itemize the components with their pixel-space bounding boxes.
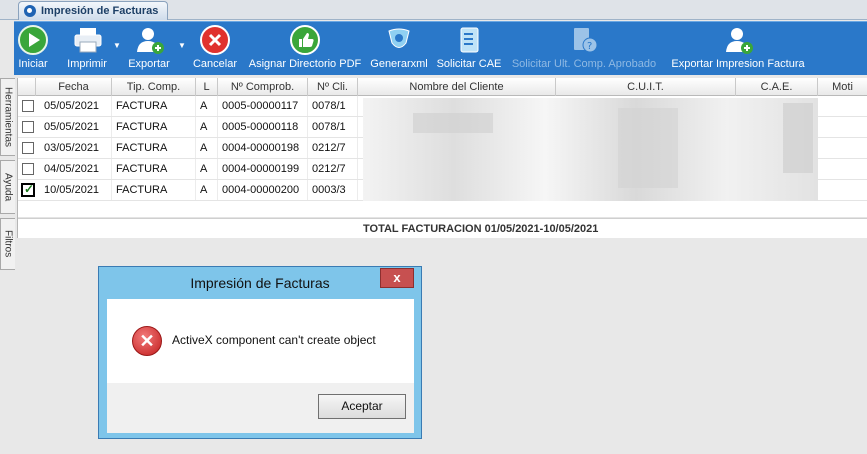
imprimir-button[interactable]: Imprimir [62,25,112,75]
cell-tipo: FACTURA [112,117,196,137]
cell-letra: A [196,96,218,116]
document-question-icon: ? [569,25,599,55]
play-icon [18,25,48,55]
total-row: TOTAL FACTURACION 01/05/2021-10/05/2021 [18,218,867,238]
tab-impresion-facturas[interactable]: Impresión de Facturas [18,1,168,20]
column-header-fecha[interactable]: Fecha [36,78,112,96]
cell-cliente: 0078/1 [308,117,358,137]
sidetab-herramientas[interactable]: Herramientas [0,78,15,156]
solicitar-cae-button[interactable]: Solicitar CAE [436,25,502,75]
solicitar-ult-comp-aprobado-button[interactable]: ? Solicitar Ult. Comp. Aprobado [510,25,658,75]
tab-label: Impresión de Facturas [41,5,159,17]
table-row-empty [18,201,867,218]
column-header-cliente[interactable]: Nº Cli. [308,78,358,96]
asignar-directorio-pdf-button[interactable]: Asignar Directorio PDF [247,25,363,75]
facturas-grid: Fecha Tip. Comp. L Nº Comprob. Nº Cli. N… [17,78,867,238]
cell-tipo: FACTURA [112,138,196,158]
column-header-motivo[interactable]: Moti [818,78,867,96]
cell-letra: A [196,117,218,137]
grid-header: Fecha Tip. Comp. L Nº Comprob. Nº Cli. N… [18,78,867,96]
error-message: ActiveX component can't create object [172,333,376,347]
cell-fecha: 04/05/2021 [40,159,112,179]
cell-comprobante: 0005-00000117 [218,96,308,116]
generarxml-button[interactable]: Generarxml [370,25,428,75]
cell-comprobante: 0004-00000199 [218,159,308,179]
cell-letra: A [196,138,218,158]
aceptar-button[interactable]: Aceptar [318,394,406,419]
cell-comprobante: 0004-00000198 [218,138,308,158]
xml-icon [384,25,414,55]
export-user-icon [723,25,753,55]
row-checkbox[interactable] [22,100,34,112]
cell-fecha: 03/05/2021 [40,138,112,158]
row-checkbox[interactable] [22,121,34,133]
svg-text:?: ? [587,41,592,52]
app-icon [24,5,36,17]
redacted-block [618,108,678,188]
dialog-footer: Aceptar [107,383,414,433]
column-header-tipo[interactable]: Tip. Comp. [112,78,196,96]
sidetab-filtros[interactable]: Filtros [0,218,15,270]
cell-tipo: FACTURA [112,159,196,179]
cell-tipo: FACTURA [112,96,196,116]
cell-cliente: 0212/7 [308,138,358,158]
error-icon: ✕ [132,326,162,356]
cell-comprobante: 0004-00000200 [218,180,308,200]
cell-comprobante: 0005-00000118 [218,117,308,137]
row-checkbox-checked[interactable] [21,182,35,197]
cell-cliente: 0003/3 [308,180,358,200]
cell-fecha: 05/05/2021 [40,96,112,116]
iniciar-button[interactable]: Iniciar [14,25,52,75]
thumbs-up-icon [290,25,320,55]
column-header-letra[interactable]: L [196,78,218,96]
dialog-title: Impresión de Facturas [190,275,330,291]
row-checkbox[interactable] [22,142,34,154]
sidetab-ayuda[interactable]: Ayuda [0,160,15,214]
cell-cliente: 0212/7 [308,159,358,179]
row-checkbox[interactable] [22,163,34,175]
toolbar: Iniciar Imprimir ▼ Exportar ▼ Cancelar A… [14,21,867,75]
column-header-cuit[interactable]: C.U.I.T. [556,78,736,96]
cancel-icon [200,25,230,55]
error-dialog: Impresión de Facturas x ✕ ActiveX compon… [98,266,422,439]
cell-letra: A [196,180,218,200]
cell-fecha: 10/05/2021 [40,180,112,200]
imprimir-dropdown-icon[interactable]: ▼ [113,41,121,50]
checklist-icon [454,25,484,55]
cell-letra: A [196,159,218,179]
column-header-nombre[interactable]: Nombre del Cliente [358,78,556,96]
column-header-comprobante[interactable]: Nº Comprob. [218,78,308,96]
dialog-body: ✕ ActiveX component can't create object [107,299,414,383]
printer-icon [72,25,102,55]
export-user-icon [134,25,164,55]
exportar-impresion-factura-button[interactable]: Exportar Impresion Factura [668,25,808,75]
exportar-dropdown-icon[interactable]: ▼ [178,41,186,50]
redacted-block [783,103,813,173]
column-header-cae[interactable]: C.A.E. [736,78,818,96]
redacted-block [413,113,493,133]
cell-fecha: 05/05/2021 [40,117,112,137]
dialog-close-button[interactable]: x [380,268,414,288]
cell-cliente: 0078/1 [308,96,358,116]
column-header-select[interactable] [18,78,36,96]
tab-strip: Impresión de Facturas [0,0,867,20]
total-label: TOTAL FACTURACION 01/05/2021-10/05/2021 [363,223,599,235]
cancelar-button[interactable]: Cancelar [192,25,238,75]
exportar-button[interactable]: Exportar [124,25,174,75]
cell-tipo: FACTURA [112,180,196,200]
